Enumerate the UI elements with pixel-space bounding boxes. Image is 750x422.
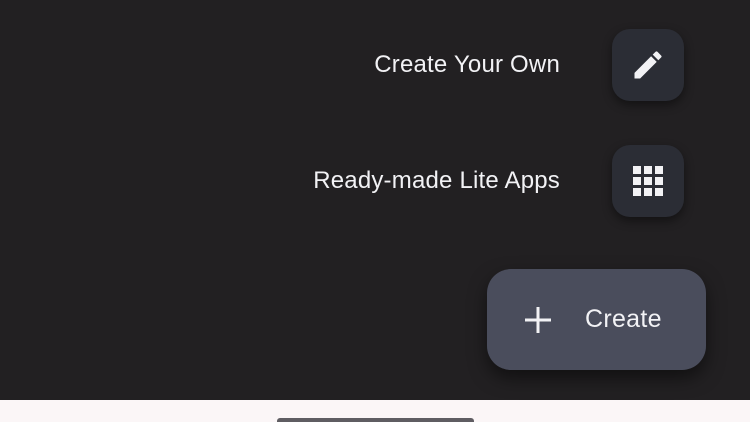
ready-made-lite-apps-label: Ready-made Lite Apps	[313, 167, 560, 194]
grid-icon	[632, 165, 664, 197]
plus-icon	[523, 305, 553, 335]
ready-made-lite-apps-button[interactable]	[612, 145, 684, 217]
create-label: Create	[585, 305, 662, 333]
create-fab-button[interactable]: Create	[487, 269, 706, 370]
pencil-icon	[630, 47, 666, 83]
create-your-own-label: Create Your Own	[374, 51, 560, 78]
speed-dial-item-create-your-own[interactable]: Create Your Own	[374, 29, 684, 101]
create-your-own-button[interactable]	[612, 29, 684, 101]
scrim-overlay[interactable]: Create Your Own Ready-made Lite Apps Cre…	[0, 0, 750, 400]
speed-dial-item-ready-made-lite-apps[interactable]: Ready-made Lite Apps	[313, 145, 684, 217]
gesture-handle[interactable]	[277, 418, 474, 422]
